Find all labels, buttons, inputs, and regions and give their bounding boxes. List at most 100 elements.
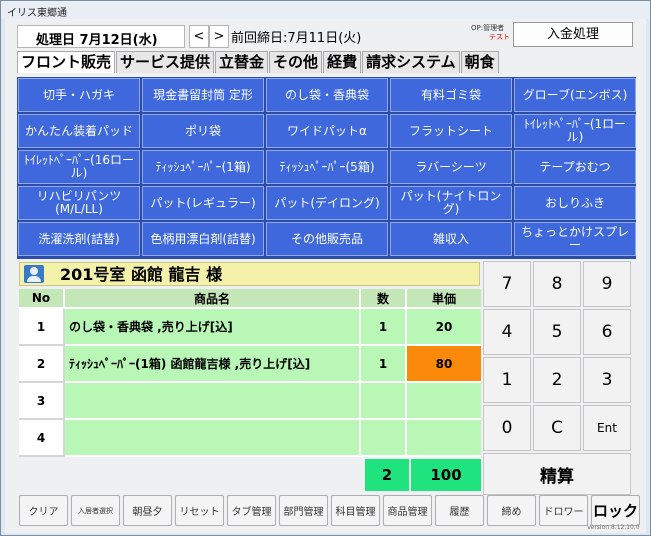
header-price: 単価 xyxy=(407,289,481,309)
product-button[interactable]: のし袋・香典袋 xyxy=(266,78,388,112)
bottom-toolbar: クリア 入居者選択 朝昼夕 リセット タブ管理 部門管理 科目管理 商品管理 履… xyxy=(19,495,640,526)
key-3[interactable]: 3 xyxy=(583,357,631,403)
tab-billing-system[interactable]: 請求システム xyxy=(362,51,460,73)
product-button[interactable]: 色柄用漂白剤(詰替) xyxy=(142,222,264,256)
previous-close-date: 前回締日:7月11日(火) xyxy=(231,31,362,46)
prev-day-button[interactable]: < xyxy=(189,25,209,48)
tab-breakfast[interactable]: 朝食 xyxy=(460,51,499,73)
product-button[interactable]: 有料ゴミ袋 xyxy=(390,78,512,112)
product-grid: 切手・ハガキ 現金書留封筒 定形 のし袋・香典袋 有料ゴミ袋 グローブ(エンボス… xyxy=(17,77,636,259)
totals: 2 100 xyxy=(365,459,483,491)
table-row[interactable]: 4 xyxy=(19,420,481,457)
resident-icon xyxy=(24,265,44,283)
product-button[interactable]: その他販売品 xyxy=(266,222,388,256)
row-qty: 1 xyxy=(361,346,407,383)
key-6[interactable]: 6 xyxy=(583,309,631,355)
tab-advance-payment[interactable]: 立替金 xyxy=(215,51,269,73)
product-button[interactable]: ちょっとかけスプレー xyxy=(514,222,636,256)
product-button[interactable]: フラットシート xyxy=(390,114,512,148)
row-qty xyxy=(361,420,407,457)
lock-button[interactable]: ロック xyxy=(591,495,640,526)
product-button[interactable]: 現金書留封筒 定形 xyxy=(142,78,264,112)
key-clear[interactable]: C xyxy=(533,405,581,451)
window-title: イリス東郷通 xyxy=(1,1,650,19)
row-name xyxy=(65,383,361,420)
product-button[interactable]: ﾃｨｯｼｭﾍﾟｰﾊﾟｰ(1箱) xyxy=(142,150,264,184)
key-2[interactable]: 2 xyxy=(533,357,581,403)
row-qty: 1 xyxy=(361,309,407,346)
row-no: 1 xyxy=(19,309,65,346)
header-no: No xyxy=(19,289,65,309)
reset-button[interactable]: リセット xyxy=(175,495,224,526)
key-1[interactable]: 1 xyxy=(483,357,531,403)
product-button[interactable]: ﾄｲﾚｯﾄﾍﾟｰﾊﾟｰ(1ロール) xyxy=(514,114,636,148)
product-button[interactable]: リハビリパンツ(M/L/LL) xyxy=(18,186,140,220)
version-label: Version 8.12.10.0 xyxy=(587,524,640,531)
product-button[interactable]: 雑収入 xyxy=(390,222,512,256)
table-row[interactable]: 2 ﾃｨｯｼｭﾍﾟｰﾊﾟｰ(1箱) 函館龍吉様 ,売り上げ[込] 1 80 xyxy=(19,346,481,383)
product-button[interactable]: パット(デイロング) xyxy=(266,186,388,220)
clear-button[interactable]: クリア xyxy=(19,495,68,526)
header-name: 商品名 xyxy=(65,289,361,309)
key-5[interactable]: 5 xyxy=(533,309,581,355)
department-manage-button[interactable]: 部門管理 xyxy=(279,495,328,526)
key-0[interactable]: 0 xyxy=(483,405,531,451)
tab-front-sales[interactable]: フロント販売 xyxy=(17,51,116,73)
row-price: 80 xyxy=(407,346,481,383)
tab-other[interactable]: その他 xyxy=(269,51,323,73)
product-button[interactable]: グローブ(エンボス) xyxy=(514,78,636,112)
key-enter[interactable]: Ent xyxy=(583,405,631,451)
meal-time-button[interactable]: 朝昼夕 xyxy=(123,495,172,526)
product-button[interactable]: 洗濯洗剤(詰替) xyxy=(18,222,140,256)
key-4[interactable]: 4 xyxy=(483,309,531,355)
close-day-button[interactable]: 締め xyxy=(487,495,536,526)
product-button[interactable]: テープおむつ xyxy=(514,150,636,184)
row-no: 4 xyxy=(19,420,65,457)
row-name: のし袋・香典袋 ,売り上げ[込] xyxy=(65,309,361,346)
product-button[interactable]: ワイドパットα xyxy=(266,114,388,148)
product-button[interactable]: パット(ナイトロング) xyxy=(390,186,512,220)
tab-service[interactable]: サービス提供 xyxy=(116,51,215,73)
tab-expenses[interactable]: 経費 xyxy=(323,51,362,73)
product-button[interactable]: ﾄｲﾚｯﾄﾍﾟｰﾊﾟｰ(16ロール) xyxy=(18,150,140,184)
row-name xyxy=(65,420,361,457)
product-button[interactable]: 切手・ハガキ xyxy=(18,78,140,112)
header-qty: 数 xyxy=(361,289,407,309)
client-area: 処理日 7月12日(水) < > 前回締日:7月11日(火) OP:管理者 テス… xyxy=(5,19,646,533)
drawer-button[interactable]: ドロワー xyxy=(539,495,588,526)
key-8[interactable]: 8 xyxy=(533,261,581,307)
row-price: 20 xyxy=(407,309,481,346)
customer-banner: 201号室 函館 龍吉 様 xyxy=(19,262,480,286)
row-price xyxy=(407,420,481,457)
row-price xyxy=(407,383,481,420)
total-qty: 2 xyxy=(365,459,409,491)
settle-button[interactable]: 精算 xyxy=(483,453,631,495)
key-9[interactable]: 9 xyxy=(583,261,631,307)
total-price: 100 xyxy=(411,459,481,491)
product-button[interactable]: かんたん装着パッド xyxy=(18,114,140,148)
category-tabs: フロント販売 サービス提供 立替金 その他 経費 請求システム 朝食 xyxy=(17,51,500,73)
table-row[interactable]: 3 xyxy=(19,383,481,420)
app-window: イリス東郷通 処理日 7月12日(水) < > 前回締日:7月11日(火) OP… xyxy=(0,0,651,536)
product-manage-button[interactable]: 商品管理 xyxy=(383,495,432,526)
product-button[interactable]: ポリ袋 xyxy=(142,114,264,148)
resident-select-button[interactable]: 入居者選択 xyxy=(71,495,120,526)
numeric-keypad: 7 8 9 4 5 6 1 2 3 0 C Ent 精算 xyxy=(483,261,635,499)
customer-name: 201号室 函館 龍吉 様 xyxy=(60,265,223,284)
deposit-button[interactable]: 入金処理 xyxy=(513,22,633,47)
row-no: 3 xyxy=(19,383,65,420)
table-row[interactable]: 1 のし袋・香典袋 ,売り上げ[込] 1 20 xyxy=(19,309,481,346)
tab-manage-button[interactable]: タブ管理 xyxy=(227,495,276,526)
order-table: No 商品名 数 単価 1 のし袋・香典袋 ,売り上げ[込] 1 20 2 ﾃｨ… xyxy=(19,289,481,457)
key-7[interactable]: 7 xyxy=(483,261,531,307)
row-no: 2 xyxy=(19,346,65,383)
row-qty xyxy=(361,383,407,420)
product-button[interactable]: ﾃｨｯｼｭﾍﾟｰﾊﾟｰ(5箱) xyxy=(266,150,388,184)
product-button[interactable]: ラバーシーツ xyxy=(390,150,512,184)
product-button[interactable]: パット(レギュラー) xyxy=(142,186,264,220)
next-day-button[interactable]: > xyxy=(209,25,229,48)
product-button[interactable]: おしりふき xyxy=(514,186,636,220)
account-manage-button[interactable]: 科目管理 xyxy=(331,495,380,526)
history-button[interactable]: 履歴 xyxy=(435,495,484,526)
row-name: ﾃｨｯｼｭﾍﾟｰﾊﾟｰ(1箱) 函館龍吉様 ,売り上げ[込] xyxy=(65,346,361,383)
